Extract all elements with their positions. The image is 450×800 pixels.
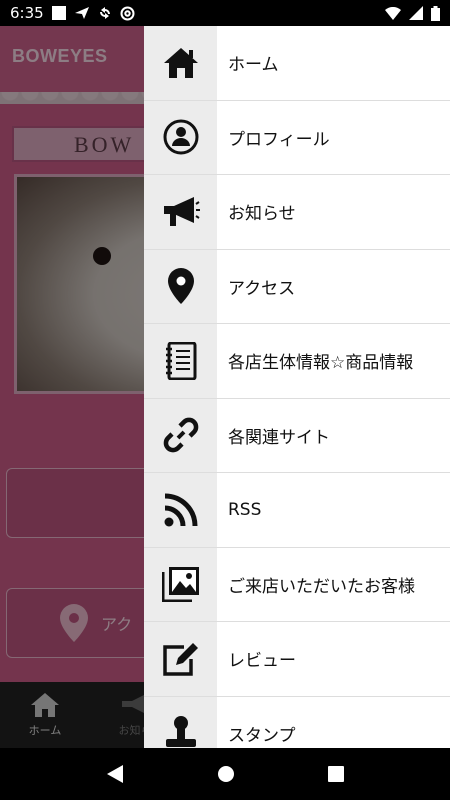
rss-icon: [164, 493, 197, 527]
at-sign-icon: [120, 6, 135, 20]
sync-icon: [99, 7, 110, 19]
location-pin-icon: [167, 268, 194, 305]
battery-icon: [431, 5, 440, 21]
review-edit-icon: [162, 642, 198, 676]
home-icon: [163, 47, 198, 78]
drawer-item-label: ホーム: [228, 55, 279, 76]
navigation-drawer: ホーム プロフィール お知らせ アクセス 各店生体情報☆商品情報 各関連サイト: [144, 26, 450, 748]
link-icon: [163, 417, 198, 453]
home-circle-icon[interactable]: [217, 765, 235, 783]
notification-square-icon: [51, 6, 66, 20]
drawer-item-related-sites[interactable]: 各関連サイト: [144, 398, 450, 473]
signal-icon: [409, 6, 423, 20]
photo-gallery-icon: [161, 567, 199, 603]
drawer-item-stamp[interactable]: スタンプ: [144, 696, 450, 748]
drawer-item-label: スタンプ: [228, 725, 296, 746]
status-time: 6:35: [10, 4, 44, 22]
drawer-item-label: 各関連サイト: [228, 427, 330, 448]
drawer-item-label: ご来店いただいたお客様: [228, 576, 415, 597]
drawer-item-label: プロフィール: [228, 129, 330, 150]
drawer-item-news[interactable]: お知らせ: [144, 175, 450, 250]
notebook-icon: [165, 341, 196, 380]
wifi-icon: [385, 6, 401, 20]
drawer-item-label: RSS: [228, 499, 262, 520]
drawer-item-store-info[interactable]: 各店生体情報☆商品情報: [144, 324, 450, 399]
drawer-item-label: アクセス: [228, 278, 296, 299]
drawer-item-access[interactable]: アクセス: [144, 249, 450, 324]
back-icon[interactable]: [106, 764, 124, 784]
drawer-item-home[interactable]: ホーム: [144, 26, 450, 101]
megaphone-icon: [163, 196, 200, 226]
status-bar: 6:35: [0, 0, 450, 26]
stamp-icon: [165, 716, 196, 748]
drawer-item-rss[interactable]: RSS: [144, 473, 450, 548]
drawer-item-label: レビュー: [228, 651, 296, 672]
drawer-item-customers[interactable]: ご来店いただいたお客様: [144, 547, 450, 622]
drawer-item-profile[interactable]: プロフィール: [144, 100, 450, 175]
drawer-item-label: 各店生体情報☆商品情報: [228, 353, 414, 374]
recents-icon[interactable]: [327, 766, 344, 782]
drawer-item-review[interactable]: レビュー: [144, 622, 450, 697]
profile-icon: [163, 119, 198, 155]
drawer-item-label: お知らせ: [228, 204, 296, 225]
send-icon: [74, 7, 89, 19]
system-nav-bar: [0, 748, 450, 800]
